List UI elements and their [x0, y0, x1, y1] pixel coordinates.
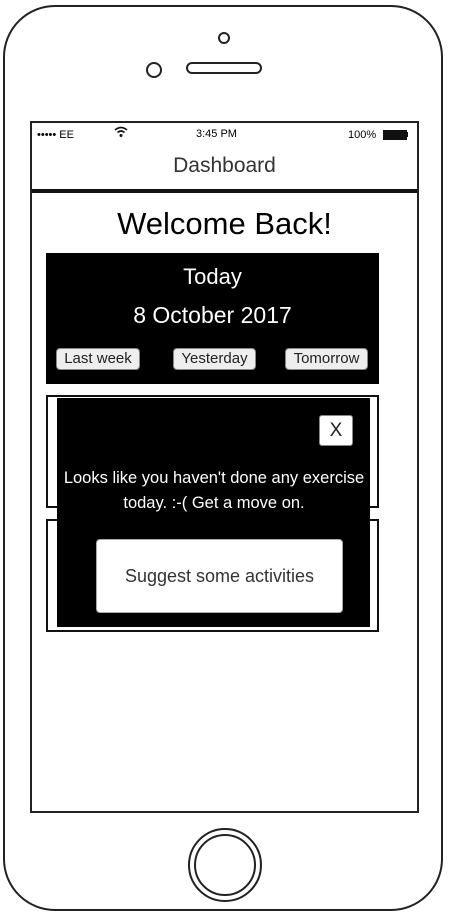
welcome-heading: Welcome Back!: [117, 206, 332, 241]
home-button-ring: [194, 834, 256, 896]
last-week-button[interactable]: Last week: [56, 348, 140, 370]
close-button[interactable]: X: [319, 415, 353, 446]
battery-percent: 100%: [348, 129, 377, 141]
camera-icon: [218, 32, 230, 44]
wifi-icon: [114, 126, 128, 141]
page-title: Dashboard: [173, 154, 276, 177]
modal-message: Looks like you haven't done any exercise…: [63, 469, 365, 512]
battery-icon: [383, 130, 407, 140]
sensor-icon: [146, 62, 162, 78]
today-label: Today: [183, 264, 242, 289]
carrier-label: ••••• EE: [37, 129, 74, 141]
tomorrow-button[interactable]: Tomorrow: [285, 348, 368, 370]
suggest-activities-button[interactable]: Suggest some activities: [96, 539, 343, 613]
status-time: 3:45 PM: [196, 128, 237, 140]
nav-divider: [32, 189, 417, 193]
speaker-icon: [186, 62, 262, 74]
today-date: 8 October 2017: [133, 302, 292, 328]
yesterday-button[interactable]: Yesterday: [173, 348, 256, 370]
battery-tip: [406, 132, 408, 137]
